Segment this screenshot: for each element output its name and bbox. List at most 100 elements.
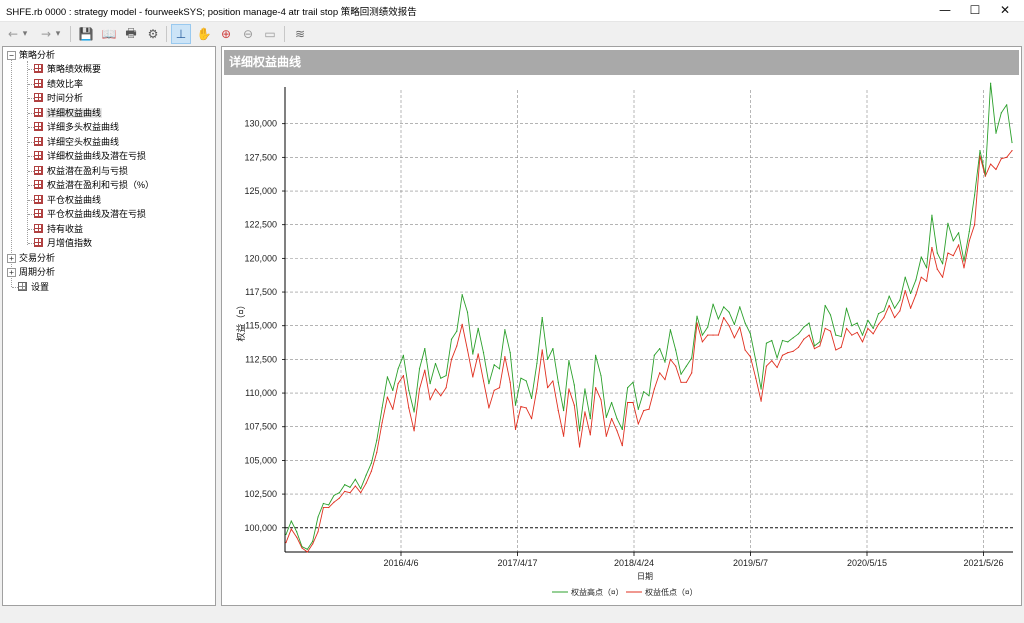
equity-high-point bbox=[723, 306, 725, 308]
equity-high-point bbox=[568, 360, 570, 362]
panel-title: 详细权益曲线 bbox=[224, 50, 1019, 75]
equity-low-point bbox=[290, 528, 292, 530]
equity-low-point bbox=[664, 378, 666, 381]
equity-low-point bbox=[659, 372, 661, 374]
equity-low-point bbox=[472, 376, 474, 378]
equity-high-point bbox=[659, 348, 661, 350]
close-button[interactable]: ✕ bbox=[990, 0, 1020, 20]
grid-icon bbox=[34, 151, 43, 160]
tree-item-monthly-index[interactable]: 月增值指数 bbox=[34, 236, 93, 250]
equity-low-point bbox=[984, 175, 986, 177]
equity-low-point bbox=[418, 388, 421, 390]
equity-high-point bbox=[664, 361, 666, 363]
tree-item-holding-return[interactable]: 持有收益 bbox=[34, 222, 84, 236]
equity-high-point bbox=[552, 348, 554, 350]
equity-low-point bbox=[365, 482, 367, 484]
equity-low-point bbox=[915, 294, 917, 296]
equity-low-point bbox=[1011, 150, 1013, 152]
equity-high-point bbox=[755, 360, 757, 362]
settings-gear-icon[interactable]: ⚙ bbox=[143, 24, 163, 44]
zoom-out-icon[interactable]: ⊖ bbox=[238, 24, 258, 44]
tree-item-time-analysis[interactable]: 时间分析 bbox=[34, 91, 84, 105]
equity-low-point bbox=[296, 536, 298, 538]
tree-item-trade-analysis[interactable]: 交易分析 bbox=[18, 251, 56, 265]
forward-dropdown-icon[interactable]: ▾ bbox=[52, 24, 64, 44]
equity-low-point bbox=[402, 374, 405, 377]
equity-low-point bbox=[691, 372, 693, 374]
equity-high-point bbox=[509, 352, 511, 354]
equity-low-point bbox=[605, 435, 607, 437]
tree-item-settings[interactable]: 设置 bbox=[18, 280, 50, 294]
x-tick-label: 2016/4/6 bbox=[383, 558, 418, 568]
collapse-icon[interactable]: − bbox=[7, 51, 16, 60]
equity-high-point bbox=[717, 318, 719, 320]
equity-low-point bbox=[883, 317, 885, 319]
equity-high-point bbox=[434, 362, 437, 365]
fit-window-icon[interactable]: ▭ bbox=[260, 24, 280, 44]
save-icon[interactable]: 💾 bbox=[76, 24, 96, 44]
tree-item-equity-drawdown[interactable]: 详细权益曲线及潜在亏损 bbox=[34, 149, 147, 163]
maximize-button[interactable]: ☐ bbox=[960, 0, 990, 20]
equity-high-point bbox=[931, 214, 933, 216]
y-tick-label: 110,000 bbox=[245, 388, 277, 398]
equity-high-point bbox=[856, 322, 858, 324]
equity-low-point bbox=[344, 490, 346, 492]
zoom-in-icon[interactable]: ⊕ bbox=[216, 24, 236, 44]
tree-item-label: 权益潜在盈利与亏损 bbox=[47, 165, 129, 176]
pan-hand-icon[interactable]: ✋ bbox=[194, 24, 214, 44]
crosshair-cursor-icon[interactable]: ⊥ bbox=[171, 24, 191, 44]
open-book-icon[interactable]: 📖 bbox=[99, 24, 119, 44]
equity-low-point bbox=[813, 348, 816, 350]
tree-item-short-equity[interactable]: 详细空头权益曲线 bbox=[34, 135, 120, 149]
tree-item-strategy-analysis[interactable]: 策略分析 bbox=[18, 48, 56, 62]
equity-high-point bbox=[835, 334, 837, 336]
equity-high-point bbox=[675, 349, 677, 351]
equity-high-point bbox=[520, 377, 522, 379]
analysis-tree: − 策略分析 策略绩效概要绩效比率 时间分析 详细权益曲线 详细多头权益曲线 详细空头权… bbox=[2, 46, 216, 606]
tree-item-label: 策略绩效概要 bbox=[47, 64, 102, 74]
tree-item-period-analysis[interactable]: 周期分析 bbox=[18, 265, 56, 279]
equity-high-point bbox=[942, 263, 944, 265]
equity-low-point bbox=[909, 307, 912, 309]
tree-item-summary[interactable]: 策略绩效概要 bbox=[34, 62, 102, 76]
equity-high-point bbox=[605, 416, 607, 418]
equity-curve-chart[interactable]: 100,000 102,500 105,000 107,500 110,000 112,5… bbox=[222, 75, 1021, 605]
back-dropdown-icon[interactable]: ▾ bbox=[19, 24, 31, 44]
equity-high-point bbox=[285, 533, 287, 536]
equity-high-point bbox=[376, 439, 378, 441]
equity-high-point bbox=[893, 307, 896, 309]
tree-item-label: 平仓权益曲线 bbox=[47, 194, 102, 205]
expand-icon[interactable]: + bbox=[7, 268, 16, 277]
equity-high-point bbox=[861, 334, 864, 336]
tree-item-closed-equity[interactable]: 平仓权益曲线 bbox=[34, 193, 102, 207]
tree-guide-line bbox=[11, 59, 12, 287]
equity-low-point bbox=[611, 418, 613, 420]
tree-item-equity-profit-loss[interactable]: 权益潜在盈利与亏损 bbox=[34, 164, 129, 178]
tree-item-label: 权益潜在盈利和亏损（%） bbox=[47, 180, 155, 190]
equity-high-point bbox=[904, 276, 906, 278]
equity-high-point bbox=[787, 341, 789, 343]
tree-item-long-equity[interactable]: 详细多头权益曲线 bbox=[34, 120, 120, 134]
equity-low-point bbox=[616, 430, 618, 432]
equity-high-point bbox=[530, 397, 533, 400]
equity-low-point bbox=[958, 244, 960, 246]
tree-item-closed-equity-drawdown[interactable]: 平仓权益曲线及潜在亏损 bbox=[34, 207, 147, 221]
grid-icon bbox=[34, 238, 43, 247]
equity-low-point bbox=[712, 334, 714, 336]
equity-high-point bbox=[925, 267, 928, 269]
equity-low-point bbox=[424, 369, 426, 371]
export-chart-icon[interactable]: ≋ bbox=[290, 24, 310, 44]
expand-icon[interactable]: + bbox=[7, 254, 16, 263]
minimize-button[interactable]: — bbox=[930, 0, 960, 20]
tree-item-equity-profit-loss-pct[interactable]: 权益潜在盈利和亏损（%） bbox=[34, 178, 155, 192]
tree-item-detailed-equity[interactable]: 详细权益曲线 bbox=[34, 106, 103, 120]
equity-low-point bbox=[562, 435, 565, 437]
equity-low-point bbox=[595, 387, 597, 389]
equity-high-point bbox=[557, 381, 559, 383]
equity-high-point bbox=[333, 494, 335, 497]
equity-high-point bbox=[290, 520, 292, 522]
equity-high-point bbox=[456, 330, 458, 332]
tree-item-ratios[interactable]: 绩效比率 bbox=[34, 77, 84, 91]
equity-low-point bbox=[632, 401, 634, 404]
print-icon[interactable]: 🖶 bbox=[121, 24, 141, 44]
